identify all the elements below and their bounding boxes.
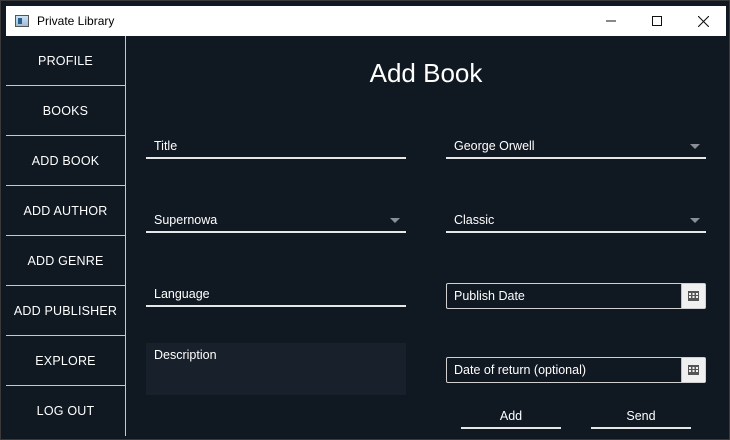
close-icon: [697, 15, 709, 27]
calendar-button[interactable]: [681, 284, 705, 308]
window-title: Private Library: [37, 14, 115, 28]
author-select[interactable]: George Orwell: [446, 135, 706, 159]
sidebar-item-add-book[interactable]: ADD BOOK: [6, 136, 125, 186]
publisher-select[interactable]: Supernowa: [146, 209, 406, 233]
add-button[interactable]: Add: [461, 404, 561, 429]
maximize-icon: [652, 16, 662, 26]
sidebar-item-add-author[interactable]: ADD AUTHOR: [6, 186, 125, 236]
minimize-icon: [606, 20, 616, 22]
maximize-button[interactable]: [634, 6, 680, 36]
title-bar[interactable]: Private Library: [6, 6, 726, 36]
sidebar-item-books[interactable]: BOOKS: [6, 86, 125, 136]
calendar-icon: [688, 291, 699, 301]
description-placeholder: Description: [154, 348, 217, 362]
return-date-picker[interactable]: Date of return (optional): [446, 357, 706, 383]
chevron-down-icon: [690, 144, 700, 149]
sidebar-item-profile[interactable]: PROFILE: [6, 36, 125, 86]
app-icon: [15, 15, 29, 27]
publish-date-placeholder: Publish Date: [454, 289, 525, 303]
app-window: Private Library PROFILE BOOKS ADD BOOK A…: [0, 0, 730, 440]
close-button[interactable]: [680, 6, 726, 36]
sidebar-item-add-publisher[interactable]: ADD PUBLISHER: [6, 286, 125, 336]
publisher-selected-value: Supernowa: [154, 213, 218, 227]
genre-selected-value: Classic: [454, 213, 495, 227]
sidebar: PROFILE BOOKS ADD BOOK ADD AUTHOR ADD GE…: [6, 36, 126, 436]
calendar-icon: [688, 365, 699, 375]
chevron-down-icon: [390, 218, 400, 223]
language-placeholder: Language: [154, 287, 210, 301]
return-date-placeholder: Date of return (optional): [454, 363, 587, 377]
language-input[interactable]: Language: [146, 283, 406, 307]
send-button[interactable]: Send: [591, 404, 691, 429]
page-title: Add Book: [369, 58, 483, 88]
chevron-down-icon: [690, 218, 700, 223]
publish-date-picker[interactable]: Publish Date: [446, 283, 706, 309]
minimize-button[interactable]: [588, 6, 634, 36]
main-panel: Add Book Title Supernowa Language Descri…: [126, 36, 726, 436]
sidebar-item-explore[interactable]: EXPLORE: [6, 336, 125, 386]
calendar-button[interactable]: [681, 358, 705, 382]
sidebar-item-add-genre[interactable]: ADD GENRE: [6, 236, 125, 286]
description-textarea[interactable]: Description: [146, 343, 406, 395]
genre-select[interactable]: Classic: [446, 209, 706, 233]
sidebar-item-log-out[interactable]: LOG OUT: [6, 386, 125, 436]
author-selected-value: George Orwell: [454, 139, 535, 153]
title-input[interactable]: Title: [146, 135, 406, 159]
title-placeholder: Title: [154, 139, 178, 153]
